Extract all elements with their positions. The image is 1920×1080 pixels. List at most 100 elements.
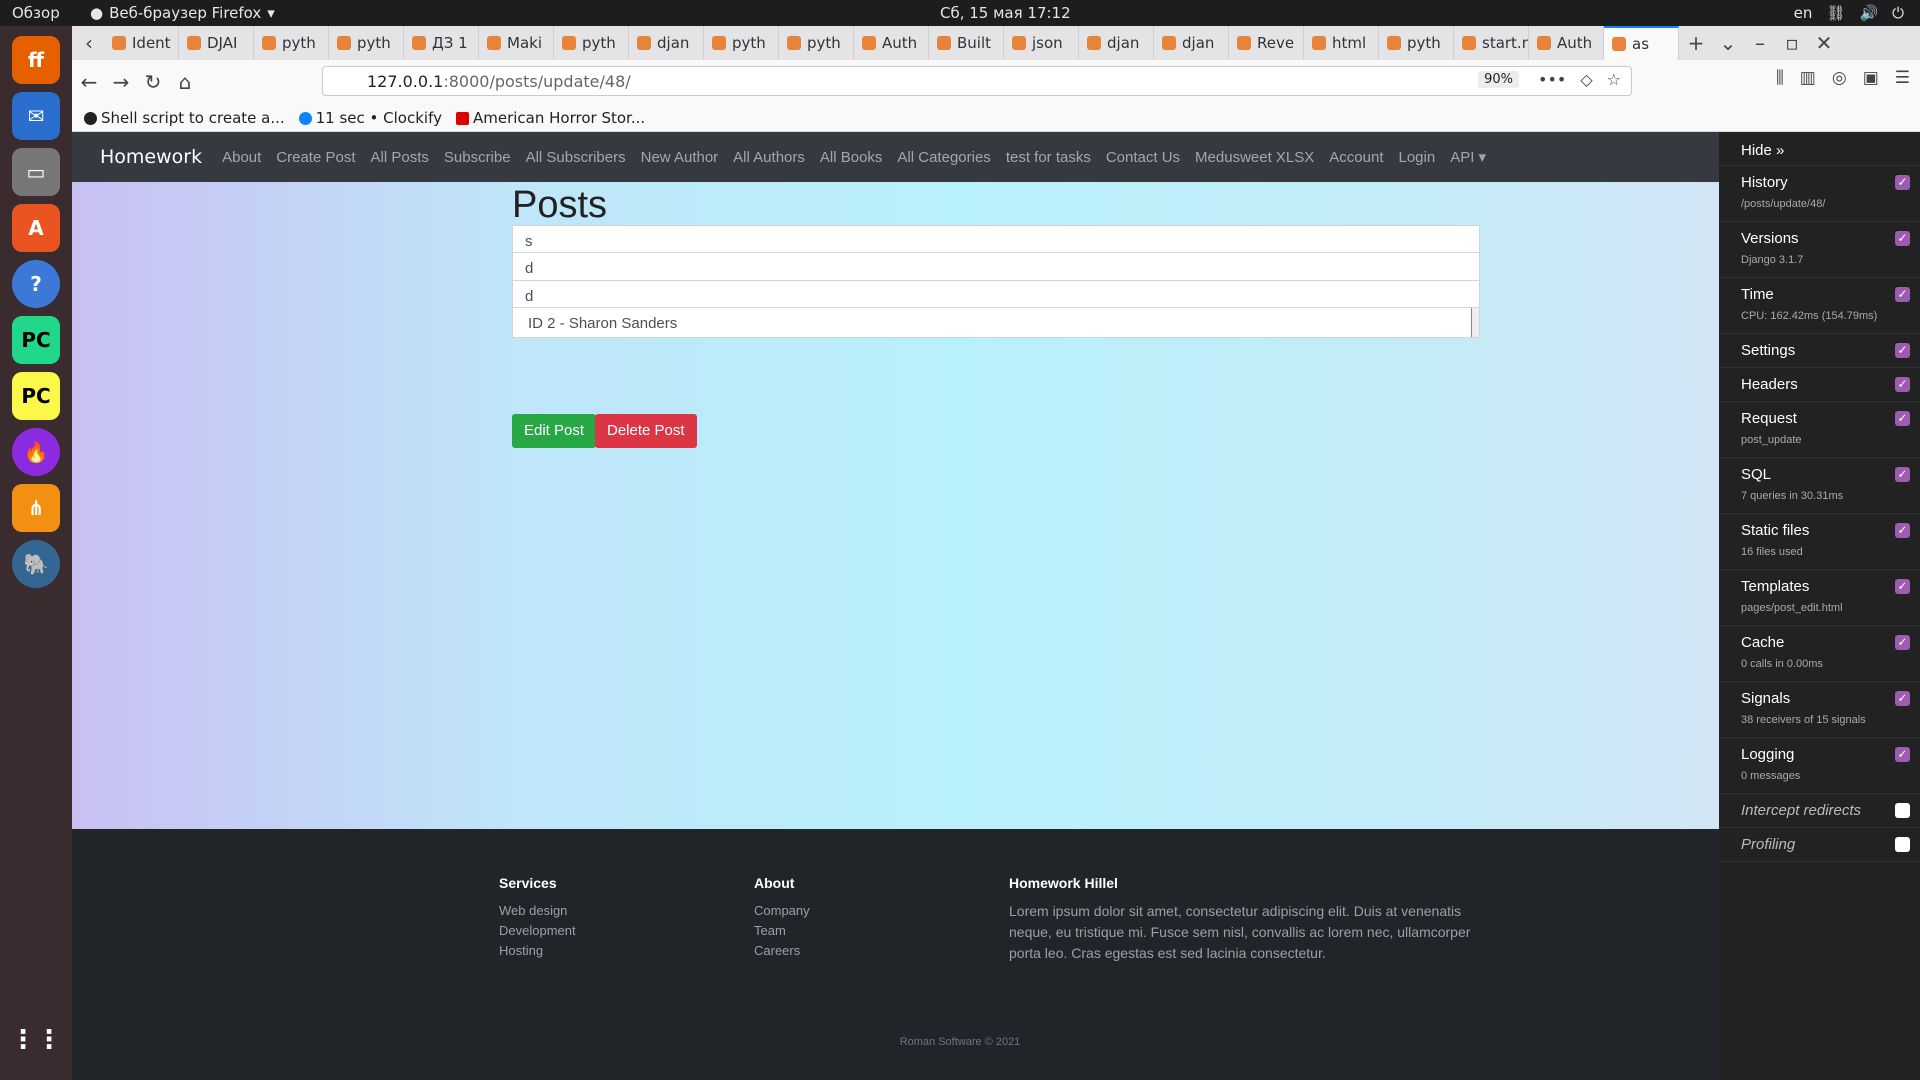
delete-post-button[interactable]: Delete Post [595, 414, 697, 448]
account-icon[interactable]: ◎ [1832, 68, 1847, 88]
footer-link[interactable]: Careers [754, 941, 810, 961]
nav-link[interactable]: test for tasks [1006, 149, 1091, 166]
nav-link[interactable]: Contact Us [1106, 149, 1180, 166]
browser-tab[interactable]: djan [629, 26, 704, 60]
browser-tab[interactable]: ДЗ 1 [404, 26, 479, 60]
browser-tab[interactable]: pyth [329, 26, 404, 60]
debug-panel[interactable]: Headers ✓ [1719, 368, 1920, 402]
sidebar-icon[interactable]: ▥ [1800, 68, 1816, 88]
footer-link[interactable]: Company [754, 901, 810, 921]
panel-toggle-checkbox[interactable]: ✓ [1895, 635, 1910, 650]
nav-link[interactable]: All Categories [897, 149, 990, 166]
debug-panel[interactable]: History/posts/update/48/✓ [1719, 166, 1920, 222]
reload-icon[interactable]: ↻ [138, 67, 168, 97]
footer-link[interactable]: Team [754, 921, 810, 941]
browser-tab[interactable]: html [1304, 26, 1379, 60]
panel-toggle-checkbox[interactable]: ✓ [1895, 579, 1910, 594]
nav-link[interactable]: Account [1329, 149, 1383, 166]
postgres-dock-icon[interactable]: 🐘 [12, 540, 60, 588]
pycharm-dock-icon[interactable]: PC [12, 316, 60, 364]
page-actions-icon[interactable]: ••• [1538, 70, 1566, 89]
panel-toggle-checkbox[interactable]: ✓ [1895, 287, 1910, 302]
debug-panel[interactable]: Profiling [1719, 828, 1920, 862]
panel-toggle-checkbox[interactable] [1895, 803, 1910, 818]
debug-panel[interactable]: Time CPU: 162.42ms (154.79ms) ✓ [1719, 278, 1920, 334]
nav-link[interactable]: About [222, 149, 261, 166]
maximize-icon[interactable]: ▫ [1777, 28, 1807, 58]
show-apps-icon[interactable]: ⋮⋮ [10, 1016, 62, 1064]
author-select[interactable]: ID 2 - Sharon Sanders [512, 307, 1480, 338]
debug-panel[interactable]: Cache 0 calls in 0.00ms ✓ [1719, 626, 1920, 682]
nav-link[interactable]: All Authors [733, 149, 805, 166]
pycharm-ce-dock-icon[interactable]: PC [12, 372, 60, 420]
pocket-icon[interactable]: ◇ [1580, 70, 1592, 89]
browser-tab[interactable]: Ident [104, 26, 179, 60]
nav-link[interactable]: All Posts [371, 149, 429, 166]
browser-tab[interactable]: pyth [1379, 26, 1454, 60]
software-dock-icon[interactable]: A [12, 204, 60, 252]
browser-tab[interactable]: start.me [1454, 26, 1529, 60]
nav-link[interactable]: API ▾ [1450, 148, 1486, 166]
clock[interactable]: Сб, 15 мая 17:12 [940, 4, 1071, 22]
close-window-icon[interactable]: ✕ [1809, 28, 1839, 58]
panel-toggle-checkbox[interactable]: ✓ [1895, 411, 1910, 426]
debug-panel[interactable]: Request post_update ✓ [1719, 402, 1920, 458]
firefox-dock-icon[interactable]: ff [12, 36, 60, 84]
tab-list-icon[interactable]: ⌄ [1713, 28, 1743, 58]
panel-toggle-checkbox[interactable]: ✓ [1895, 377, 1910, 392]
bookmark-item[interactable]: American Horror Stor... [455, 109, 645, 127]
forward-icon[interactable]: → [106, 67, 136, 97]
footer-link[interactable]: Hosting [499, 941, 576, 961]
debug-panel[interactable]: Templates pages/post_edit.html ✓ [1719, 570, 1920, 626]
files-dock-icon[interactable]: ▭ [12, 148, 60, 196]
panel-toggle-checkbox[interactable]: ✓ [1895, 467, 1910, 482]
debug-panel[interactable]: Static files 16 files used ✓ [1719, 514, 1920, 570]
extension-icon[interactable]: ▣ [1863, 68, 1879, 88]
debug-panel[interactable]: Versions Django 3.1.7 ✓ [1719, 222, 1920, 278]
browser-tab[interactable]: DJAI [179, 26, 254, 60]
back-icon[interactable]: ← [74, 67, 104, 97]
debug-panel[interactable]: Settings ✓ [1719, 334, 1920, 368]
browser-tab[interactable]: djan [1079, 26, 1154, 60]
panel-toggle-checkbox[interactable]: ✓ [1895, 231, 1910, 246]
debug-panel[interactable]: Logging 0 messages ✓ [1719, 738, 1920, 794]
panel-toggle-checkbox[interactable]: ✓ [1895, 747, 1910, 762]
nav-link[interactable]: New Author [641, 149, 719, 166]
bookmark-star-icon[interactable]: ☆ [1607, 70, 1621, 89]
thunderbird-dock-icon[interactable]: ✉ [12, 92, 60, 140]
browser-tab[interactable]: Reve [1229, 26, 1304, 60]
system-tray[interactable]: en ⛓ 🔊 ⏻ [1794, 4, 1904, 22]
activities-button[interactable]: Обзор [12, 4, 60, 22]
browser-tab[interactable]: pyth [779, 26, 854, 60]
browser-tab[interactable]: Maki [479, 26, 554, 60]
browser-tab[interactable]: Built [929, 26, 1004, 60]
bookmark-item[interactable]: Shell script to create a... [84, 109, 285, 127]
nav-link[interactable]: Medusweet XLSX [1195, 149, 1314, 166]
library-icon[interactable]: ⫼ [1776, 68, 1784, 88]
footer-link[interactable]: Development [499, 921, 576, 941]
zoom-level[interactable]: 90% [1478, 71, 1519, 88]
nav-link[interactable]: All Subscribers [526, 149, 626, 166]
edit-post-button[interactable]: Edit Post [512, 414, 597, 448]
bookmark-item[interactable]: 11 sec • Clockify [298, 109, 442, 127]
browser-tab[interactable]: pyth [254, 26, 329, 60]
minimize-icon[interactable]: – [1745, 28, 1775, 58]
flame-dock-icon[interactable]: 🔥 [12, 428, 60, 476]
nav-link[interactable]: Login [1398, 149, 1435, 166]
debug-panel[interactable]: Signals 38 receivers of 15 signals ✓ [1719, 682, 1920, 738]
browser-tab[interactable]: Auth [854, 26, 929, 60]
nav-link[interactable]: All Books [820, 149, 883, 166]
tab-scroll-left-icon[interactable]: ‹ [74, 28, 104, 58]
new-tab-icon[interactable]: + [1681, 28, 1711, 58]
panel-toggle-checkbox[interactable]: ✓ [1895, 523, 1910, 538]
nav-link[interactable]: Create Post [276, 149, 355, 166]
browser-tab[interactable]: as [1604, 26, 1679, 60]
panel-toggle-checkbox[interactable]: ✓ [1895, 343, 1910, 358]
debug-panel[interactable]: SQL 7 queries in 30.31ms ✓ [1719, 458, 1920, 514]
site-brand[interactable]: Homework [100, 146, 202, 168]
browser-tab[interactable]: pyth [704, 26, 779, 60]
menu-icon[interactable]: ☰ [1895, 68, 1910, 88]
help-dock-icon[interactable]: ? [12, 260, 60, 308]
app-menu[interactable]: ● Веб-браузер Firefox ▾ [90, 4, 275, 22]
lang-indicator[interactable]: en [1794, 4, 1813, 22]
